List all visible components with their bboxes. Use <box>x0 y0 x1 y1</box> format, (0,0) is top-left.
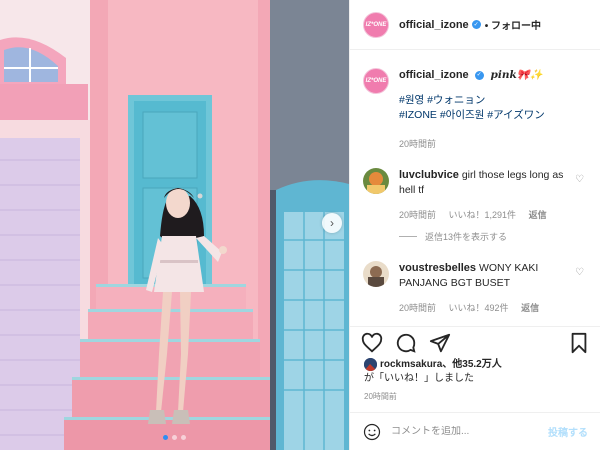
comment-time: 20時間前 <box>399 303 437 313</box>
smiley-icon[interactable] <box>363 423 381 441</box>
commenter-avatar[interactable] <box>363 261 389 287</box>
post-side-panel: IZ*ONE official_izone ✓ • フォロー中 IZ*ONE o… <box>349 0 600 450</box>
post-photo[interactable]: › <box>0 0 349 450</box>
view-replies[interactable]: 返信13件を表示する <box>399 230 600 243</box>
reply-button[interactable]: 返信 <box>521 303 539 313</box>
carousel-dots <box>0 435 349 440</box>
caption-username[interactable]: official_izone <box>399 69 469 81</box>
reply-button[interactable]: 返信 <box>529 210 547 220</box>
post-image <box>0 0 349 450</box>
commenter-avatar[interactable] <box>363 168 389 194</box>
heart-icon[interactable]: ♡ <box>575 174 584 185</box>
verified-badge-icon: ✓ <box>471 20 481 29</box>
post-header: IZ*ONE official_izone ✓ • フォロー中 <box>350 0 600 50</box>
liked-by-suffix: が「いいね！」しました <box>364 373 474 385</box>
chevron-right-icon[interactable]: › <box>322 213 342 233</box>
liker-others[interactable]: 、他35.2万人 <box>442 359 501 370</box>
caption-text: pink🎀✨ <box>490 69 543 81</box>
caption-hashtags[interactable]: #원영 #ウォニョン <box>399 93 545 108</box>
liker-avatar[interactable] <box>364 358 377 371</box>
comment: voustresbelles WONY KAKI PANJANG BGT BUS… <box>350 261 600 314</box>
avatar[interactable]: IZ*ONE <box>363 11 389 38</box>
divider <box>399 236 417 237</box>
comment-username[interactable]: voustresbelles <box>399 262 476 274</box>
liker-username[interactable]: rockmsakura <box>380 359 442 370</box>
post-time: 20時間前 <box>364 392 397 401</box>
carousel-dot <box>163 435 168 440</box>
comments-section[interactable]: IZ*ONE official_izone ✓ pink🎀✨ #원영 #ウォニョ… <box>350 60 600 326</box>
comment-likes[interactable]: いいね！1,291件 <box>449 210 517 220</box>
bookmark-icon[interactable] <box>568 332 590 354</box>
action-bar <box>350 326 600 358</box>
account-username[interactable]: official_izone <box>399 19 469 31</box>
avatar[interactable]: IZ*ONE <box>363 68 389 94</box>
comment-likes[interactable]: いいね！492件 <box>449 303 509 313</box>
heart-icon[interactable] <box>361 332 383 354</box>
follow-status[interactable]: • フォロー中 <box>485 17 541 32</box>
heart-icon[interactable]: ♡ <box>575 267 584 278</box>
caption-time: 20時間前 <box>399 139 437 149</box>
comment: luvclubvice girl those legs long as hell… <box>350 168 600 221</box>
verified-badge-icon: ✓ <box>474 70 484 80</box>
send-icon[interactable] <box>429 332 451 354</box>
post-comment-button[interactable]: 投稿する <box>548 424 588 439</box>
comment-input[interactable] <box>391 426 548 437</box>
comment-username[interactable]: luvclubvice <box>399 169 459 181</box>
comment-time: 20時間前 <box>399 210 437 220</box>
carousel-dot <box>181 435 186 440</box>
comment-icon[interactable] <box>395 332 417 354</box>
caption-hashtags[interactable]: #IZONE #아이즈원 #アイズワン <box>399 108 545 123</box>
liked-by: rockmsakura、他35.2万人 が「いいね！」しました <box>364 358 589 386</box>
caption: IZ*ONE official_izone ✓ pink🎀✨ #원영 #ウォニョ… <box>350 68 600 150</box>
comment-box: 投稿する <box>350 412 600 450</box>
carousel-dot <box>172 435 177 440</box>
view-replies-label[interactable]: 返信13件を表示する <box>425 230 507 243</box>
